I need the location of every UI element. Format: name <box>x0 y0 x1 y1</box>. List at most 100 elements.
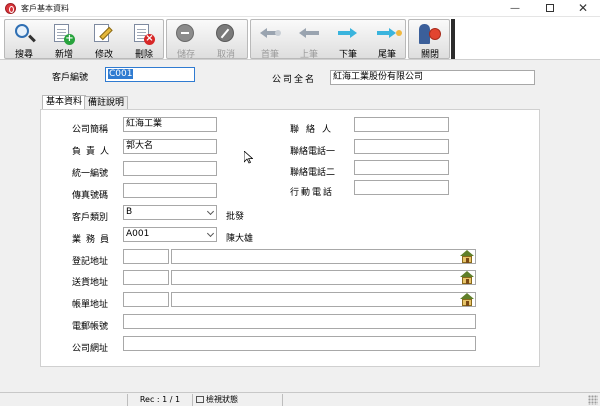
tab-basic-info[interactable]: 基本資料 <box>42 95 87 110</box>
cancel-icon <box>216 24 234 42</box>
fax-input[interactable] <box>123 183 217 198</box>
app-icon <box>5 3 16 14</box>
chevron-down-icon <box>206 229 215 238</box>
search-button-label: 搜尋 <box>14 50 33 60</box>
last-record-button[interactable]: 尾筆 <box>368 20 406 60</box>
mode-icon <box>196 396 204 403</box>
search-icon <box>15 24 29 38</box>
add-button[interactable]: + 新增 <box>45 20 83 60</box>
add-button-label: 新增 <box>54 50 73 60</box>
bill-addr-input[interactable] <box>171 292 476 307</box>
add-document-icon: + <box>54 24 75 45</box>
toolbar-group-exit: 關閉 <box>408 19 450 60</box>
full-name-input[interactable]: 紅海工業股份有限公司 <box>330 70 535 85</box>
last-record-button-label: 尾筆 <box>377 50 396 60</box>
mobile-input[interactable] <box>354 180 449 195</box>
toolbar: 搜尋 + 新增 修改 × 刪除 儲存 取消 首筆 上筆 下筆 尾筆 關閉 <box>0 17 600 60</box>
home-icon[interactable] <box>460 293 474 306</box>
toolbar-group-navigation: 首筆 上筆 下筆 尾筆 <box>250 19 406 60</box>
bill-addr-zip-input[interactable] <box>123 292 169 307</box>
owner-input[interactable]: 郭大名 <box>123 139 217 154</box>
home-icon[interactable] <box>460 250 474 263</box>
status-divider <box>282 394 283 406</box>
save-button[interactable]: 儲存 <box>167 20 205 60</box>
next-record-icon <box>337 28 359 38</box>
title-bar: 客戶基本資料 — ✕ <box>0 0 600 17</box>
close-button[interactable]: ✕ <box>568 0 598 17</box>
category-value: B <box>126 207 133 217</box>
phone1-input[interactable] <box>354 139 449 154</box>
record-indicator: Rec : 1 / 1 <box>127 394 192 406</box>
window-title: 客戶基本資料 <box>21 4 69 13</box>
resize-grip[interactable] <box>588 395 598 405</box>
mode-text: 檢視狀態 <box>206 395 238 404</box>
sales-description: 陳大雄 <box>226 234 254 244</box>
email-label: 電郵帳號 <box>72 322 109 332</box>
minimize-button[interactable]: — <box>500 0 530 17</box>
website-label: 公司網址 <box>72 344 109 354</box>
status-bar: Rec : 1 / 1 檢視狀態 <box>0 392 600 406</box>
save-button-label: 儲存 <box>176 50 195 60</box>
mode-indicator: 檢視狀態 <box>192 394 282 406</box>
delete-document-icon: × <box>134 24 155 45</box>
exit-button[interactable]: 關閉 <box>411 20 449 60</box>
owner-label: 負責人 <box>72 147 115 157</box>
ship-addr-input[interactable] <box>171 270 476 285</box>
short-name-label: 公司簡稱 <box>72 125 109 135</box>
maximize-icon <box>546 4 554 12</box>
ship-addr-label: 送貨地址 <box>72 278 109 288</box>
first-record-button-label: 首筆 <box>260 50 279 60</box>
contact-label: 聯絡人 <box>290 125 339 135</box>
reg-addr-zip-input[interactable] <box>123 249 169 264</box>
cancel-button[interactable]: 取消 <box>207 20 245 60</box>
tab-remarks[interactable]: 備註說明 <box>84 96 129 110</box>
exit-button-label: 關閉 <box>420 50 439 60</box>
ship-addr-zip-input[interactable] <box>123 270 169 285</box>
maximize-button[interactable] <box>535 0 565 17</box>
delete-button[interactable]: × 刪除 <box>125 20 163 60</box>
tax-id-label: 統一編號 <box>72 169 109 179</box>
search-button[interactable]: 搜尋 <box>5 20 43 60</box>
website-input[interactable] <box>123 336 476 351</box>
toolbar-end-marker <box>451 19 455 59</box>
next-record-button[interactable]: 下筆 <box>329 20 367 60</box>
category-select[interactable]: B <box>123 205 217 220</box>
cancel-button-label: 取消 <box>216 50 235 60</box>
sales-select[interactable]: A001 <box>123 227 217 242</box>
delete-button-label: 刪除 <box>134 50 153 60</box>
contact-input[interactable] <box>354 117 449 132</box>
short-name-input[interactable]: 紅海工業 <box>123 117 217 132</box>
sales-label: 業務員 <box>72 235 115 245</box>
bill-addr-label: 帳單地址 <box>72 300 109 310</box>
email-input[interactable] <box>123 314 476 329</box>
phone2-input[interactable] <box>354 160 449 175</box>
save-icon <box>176 24 194 42</box>
chevron-down-icon <box>206 207 215 216</box>
phone1-label: 聯絡電話一 <box>290 147 336 157</box>
next-record-button-label: 下筆 <box>338 50 357 60</box>
mobile-label: 行動電話 <box>290 188 335 198</box>
category-label: 客戶類別 <box>72 213 109 223</box>
toolbar-group-edit: 搜尋 + 新增 修改 × 刪除 <box>4 19 164 60</box>
sales-value: A001 <box>126 229 150 239</box>
tax-id-input[interactable] <box>123 161 217 176</box>
last-record-icon <box>376 28 402 38</box>
previous-record-icon <box>298 28 320 38</box>
category-description: 批發 <box>226 212 245 222</box>
reg-addr-label: 登記地址 <box>72 257 109 267</box>
previous-record-button-label: 上筆 <box>299 50 318 60</box>
previous-record-button[interactable]: 上筆 <box>290 20 328 60</box>
edit-document-icon <box>94 24 109 42</box>
home-icon[interactable] <box>460 271 474 284</box>
first-record-icon <box>259 28 281 38</box>
customer-no-input[interactable]: C001 <box>105 67 195 82</box>
reg-addr-input[interactable] <box>171 249 476 264</box>
customer-no-label: 客戶編號 <box>52 73 89 83</box>
toolbar-group-save: 儲存 取消 <box>166 19 248 60</box>
full-name-label: 公司全名 <box>272 75 317 85</box>
phone2-label: 聯絡電話二 <box>290 168 336 178</box>
edit-button-label: 修改 <box>94 50 113 60</box>
exit-icon <box>419 24 441 44</box>
edit-button[interactable]: 修改 <box>85 20 123 60</box>
first-record-button[interactable]: 首筆 <box>251 20 289 60</box>
